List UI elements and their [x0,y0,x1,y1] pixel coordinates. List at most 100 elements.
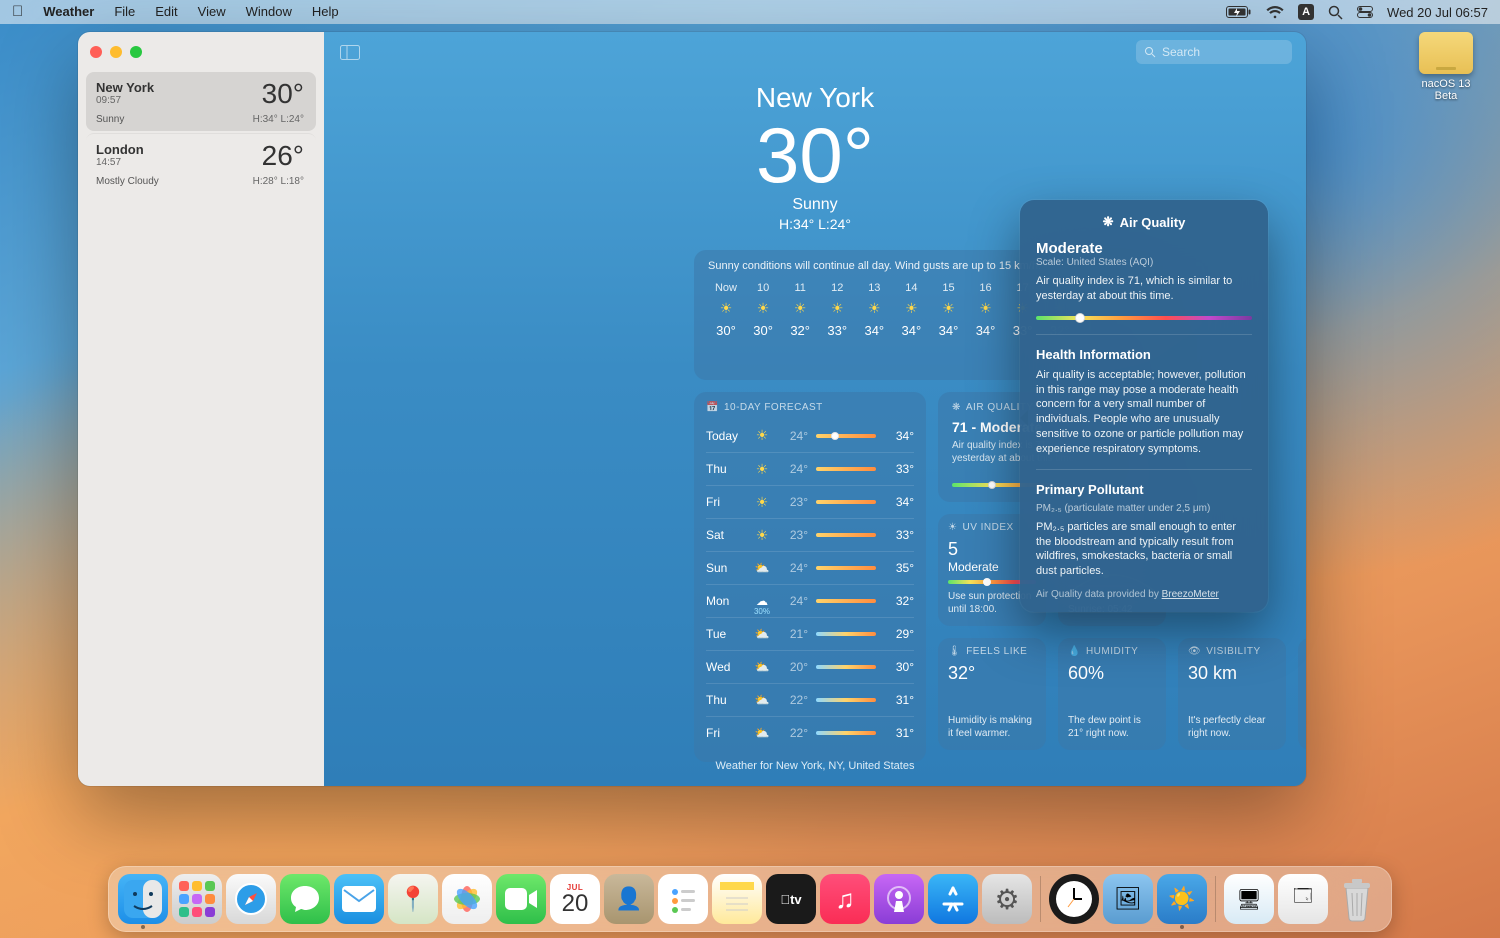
aqi-scale-label: Scale: United States (AQI) [1036,257,1252,268]
feels-note: Humidity is making it feel warmer. [948,715,1036,740]
forecast-row[interactable]: Sat☀︎23°33° [706,518,914,551]
dock-preview[interactable]: 🖼 [1103,874,1153,924]
city-high-low: H:28° L:18° [253,176,304,187]
hour-cell: 15☀︎34° [930,282,966,338]
menu-help[interactable]: Help [302,0,349,24]
aqi-icon: ❋ [1103,214,1114,230]
dock-separator [1040,876,1041,922]
humidity-card[interactable]: 💧HUMIDITY 60% The dew point is 21° right… [1058,638,1166,750]
city-temp: 26° [262,140,304,172]
menu-file[interactable]: File [104,0,145,24]
apple-menu[interactable]:  [8,0,33,24]
forecast-row[interactable]: Today☀︎24°34° [706,419,914,452]
feels-value: 32° [948,663,1036,684]
dock-messages[interactable] [280,874,330,924]
window-titlebar [78,32,324,72]
dock-contacts[interactable]: 👤 [604,874,654,924]
control-center-icon[interactable] [1357,6,1373,18]
menu-view[interactable]: View [188,0,236,24]
forecast-row[interactable]: Wed⛅20°30° [706,650,914,683]
spotlight-icon[interactable] [1328,5,1343,20]
traffic-lights [90,46,142,58]
dock-settings[interactable]: ⚙ [982,874,1032,924]
dock-music[interactable]: ♫ [820,874,870,924]
city-high-low: H:34° L:24° [253,114,304,125]
visibility-value: 30 km [1188,663,1276,684]
aqi-scale-bar [1036,316,1252,320]
feels-like-card[interactable]: 🌡FEELS LIKE 32° Humidity is making it fe… [938,638,1046,750]
visibility-note: It's perfectly clear right now. [1188,715,1276,740]
city-item-new-york[interactable]: New York 09:57 30° Sunny H:34° L:24° [86,72,316,131]
hero-location: New York [324,82,1306,114]
dock-mail[interactable] [334,874,384,924]
search-icon [1144,46,1156,58]
humidity-value: 60% [1068,663,1156,684]
forecast-row[interactable]: Mon☁︎30%24°32° [706,584,914,617]
health-text: Air quality is acceptable; however, poll… [1036,368,1252,457]
menu-window[interactable]: Window [236,0,302,24]
thermometer-icon: 🌡 [948,646,961,657]
dock-tv[interactable]: tv [766,874,816,924]
sidebar-toggle-button[interactable] [338,42,362,62]
dock-calendar[interactable]: JUL20 [550,874,600,924]
sidebar: New York 09:57 30° Sunny H:34° L:24° Lon… [78,32,324,786]
forecast-row[interactable]: Fri☀︎23°34° [706,485,914,518]
hour-cell: 11☀︎32° [782,282,818,338]
search-placeholder: Search [1162,45,1200,59]
health-heading: Health Information [1036,347,1252,362]
card-header: 📅 10-DAY FORECAST [706,402,914,413]
provider-link[interactable]: BreezoMeter [1162,589,1219,600]
dock-launchpad[interactable] [172,874,222,924]
dock-maps[interactable]: 📍 [388,874,438,924]
forecast-row[interactable]: Thu☀︎24°33° [706,452,914,485]
aqi-level: Moderate [1036,240,1252,257]
main-toolbar: Search [324,32,1306,72]
city-item-london[interactable]: London 14:57 26° Mostly Cloudy H:28° L:1… [86,133,316,193]
humidity-icon: 💧 [1068,646,1081,657]
dock-clock[interactable] [1049,874,1099,924]
dock-appstore[interactable] [928,874,978,924]
forecast-row[interactable]: Fri⛅22°31° [706,716,914,749]
calendar-icon: 📅 [706,402,719,413]
dock-reminders[interactable] [658,874,708,924]
menu-bar:  Weather File Edit View Window Help A W… [0,0,1500,24]
menu-clock[interactable]: Wed 20 Jul 06:57 [1387,5,1488,20]
hour-cell: 13☀︎34° [856,282,892,338]
search-field[interactable]: Search [1136,40,1292,64]
maximize-button[interactable] [130,46,142,58]
dock-finder[interactable] [118,874,168,924]
dock-weather[interactable]: ☀️ [1157,874,1207,924]
forecast-row[interactable]: Tue⛅21°29° [706,617,914,650]
eye-icon: 👁 [1188,646,1201,657]
hour-cell: 10☀︎30° [745,282,781,338]
battery-icon[interactable] [1226,6,1252,18]
wifi-icon[interactable] [1266,6,1284,19]
dock-facetime[interactable] [496,874,546,924]
forecast-row[interactable]: Thu⛅22°31° [706,683,914,716]
desktop-drive[interactable]: nacOS 13 Beta [1410,32,1482,102]
hero-temp: 30° [324,116,1306,194]
ten-day-forecast-card[interactable]: 📅 10-DAY FORECAST Today☀︎24°34°Thu☀︎24°3… [694,392,926,762]
city-list: New York 09:57 30° Sunny H:34° L:24° Lon… [78,72,324,195]
hour-cell: 16☀︎34° [968,282,1004,338]
dock-screenshot[interactable]: 🖥 [1224,874,1274,924]
dock: 📍 JUL20 👤 tv ♫ ⚙ 🖼 ☀️ 🖥 🗔 [108,866,1392,932]
dock-minimized-window[interactable]: 🗔 [1278,874,1328,924]
pressure-card[interactable]: ⏲PRESSURE =1 009hPa LowHigh [1298,638,1306,750]
dock-safari[interactable] [226,874,276,924]
dock-podcasts[interactable] [874,874,924,924]
dock-notes[interactable] [712,874,762,924]
close-button[interactable] [90,46,102,58]
dock-photos[interactable] [442,874,492,924]
minimize-button[interactable] [110,46,122,58]
humidity-note: The dew point is 21° right now. [1068,715,1156,740]
app-menu[interactable]: Weather [33,0,104,24]
input-source-badge[interactable]: A [1298,4,1314,20]
sun-icon: ☀ [948,522,957,533]
visibility-card[interactable]: 👁VISIBILITY 30 km It's perfectly clear r… [1178,638,1286,750]
menu-edit[interactable]: Edit [145,0,187,24]
dock-trash[interactable] [1332,874,1382,924]
forecast-row[interactable]: Sun⛅24°35° [706,551,914,584]
hour-cell: 12☀︎33° [819,282,855,338]
footer-location: Weather for New York, NY, United States [324,760,1306,772]
